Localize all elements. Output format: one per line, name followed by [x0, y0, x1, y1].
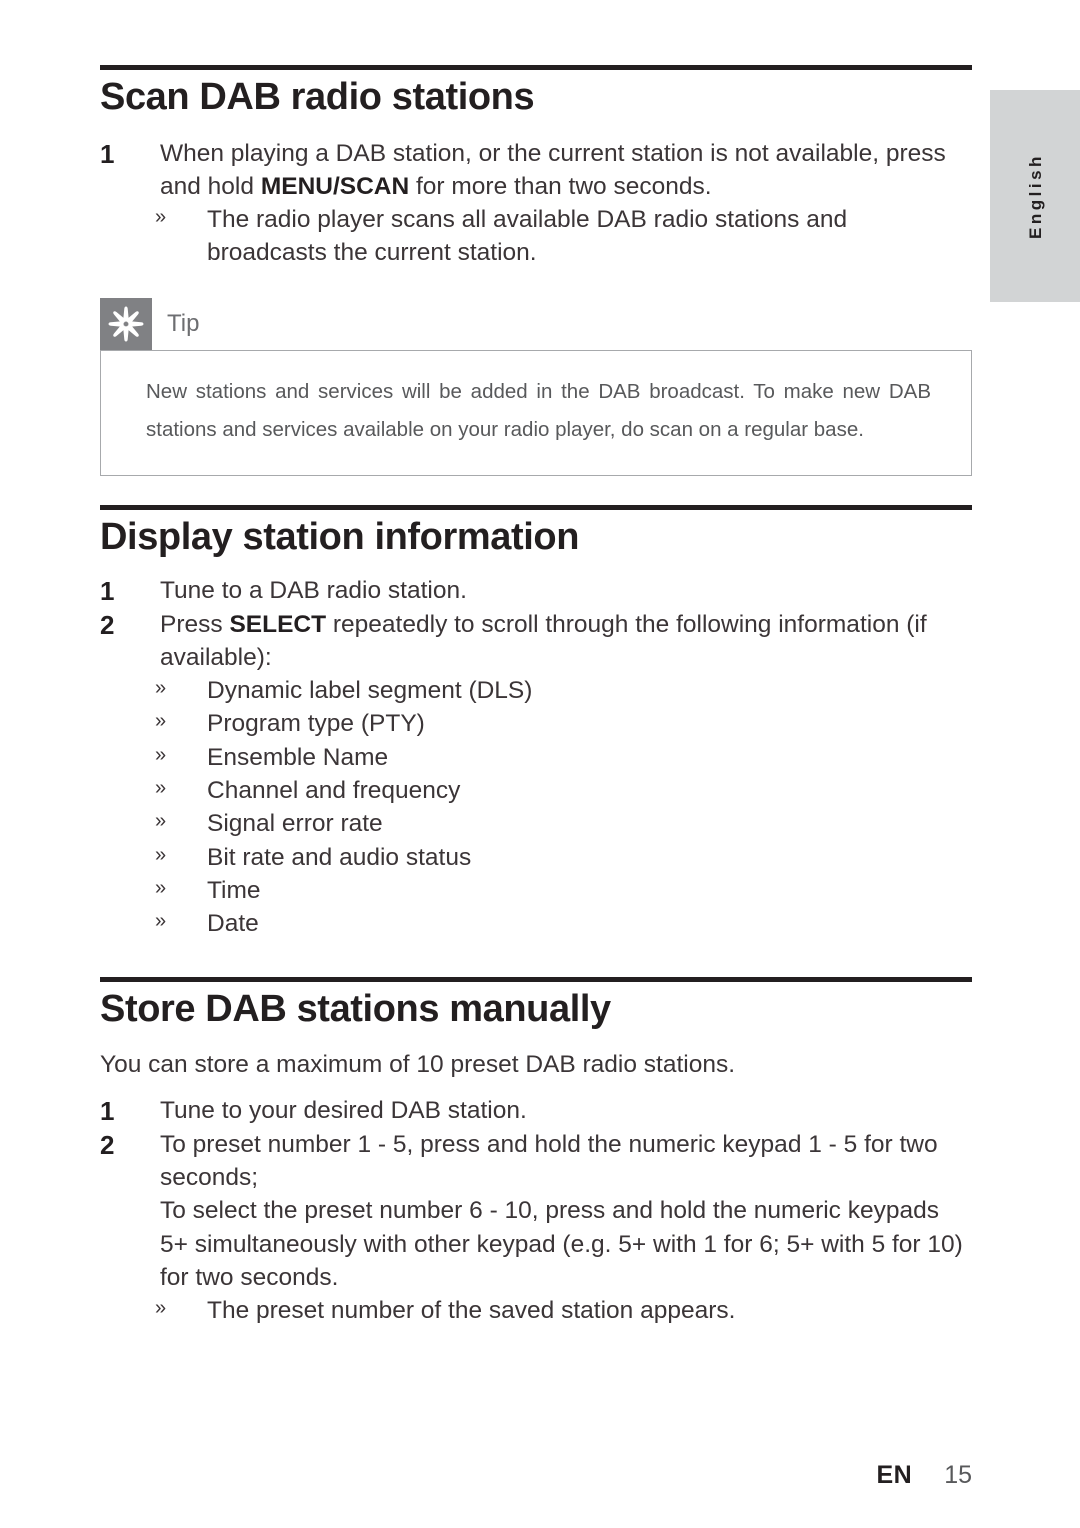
footer-language-code: EN — [876, 1461, 913, 1489]
tip-asterisk-icon — [100, 297, 152, 350]
keyname-select: SELECT — [229, 610, 327, 638]
list-item: » Program type (PTY) — [100, 707, 972, 740]
list-item: » Dynamic label segment (DLS) — [100, 674, 972, 707]
step-text-part-2: To select the preset number 6 - 10, pres… — [160, 1197, 963, 1292]
step-text: Tune to your desired DAB station. — [160, 1097, 527, 1125]
tip-box: Tip New stations and services will be ad… — [100, 297, 972, 476]
list-item: » Bit rate and audio status — [100, 841, 972, 874]
step-number: 1 — [100, 138, 115, 169]
tip-body: New stations and services will be added … — [100, 349, 972, 476]
list-item: » Date — [100, 907, 972, 940]
chevron-double-right-icon: » — [155, 810, 167, 833]
chevron-double-right-icon: » — [155, 877, 167, 899]
page-content: Scan DAB radio stations 1 When playing a … — [100, 0, 972, 1328]
list-item-label: Bit rate and audio status — [207, 843, 472, 871]
step-text-after: for more than two seconds. — [409, 172, 712, 200]
list-item-label: Program type (PTY) — [207, 710, 425, 738]
list-item-label: Signal error rate — [207, 810, 383, 838]
step-scan-1: 1 When playing a DAB station, or the curr… — [100, 137, 972, 204]
list-item: » Channel and frequency — [100, 774, 972, 807]
language-side-tab: English — [990, 90, 1080, 302]
step-store-1: 1 Tune to your desired DAB station. — [100, 1094, 972, 1127]
step-number: 1 — [100, 1096, 115, 1127]
chevron-double-right-icon: » — [155, 843, 167, 866]
chevron-double-right-icon: » — [155, 743, 167, 766]
step-text: Tune to a DAB radio station. — [160, 577, 467, 605]
list-item-label: Date — [207, 910, 259, 938]
chevron-double-right-icon: » — [155, 710, 167, 733]
list-item-label: Dynamic label segment (DLS) — [207, 677, 533, 705]
manual-page: English Scan DAB radio stations 1 When pl… — [0, 0, 1080, 1528]
sub-bullet-store-1: » The preset number of the saved station … — [100, 1294, 972, 1327]
chevron-double-right-icon: » — [155, 777, 167, 800]
step-number: 2 — [100, 1129, 115, 1160]
list-item: » Ensemble Name — [100, 741, 972, 774]
step-number: 2 — [100, 609, 115, 640]
step-display-2: 2 Press SELECT repeatedly to scroll throu… — [100, 608, 972, 675]
section-heading-store: Store DAB stations manually — [100, 987, 611, 1030]
list-item-label: Time — [207, 877, 261, 904]
chevron-double-right-icon: » — [155, 910, 167, 933]
step-number: 1 — [100, 576, 115, 607]
step-display-1: 1 Tune to a DAB radio station. — [100, 574, 972, 607]
list-item: » Signal error rate — [100, 807, 972, 840]
step-store-2-continued: To select the preset number 6 - 10, pres… — [100, 1194, 972, 1294]
store-intro-text: You can store a maximum of 10 preset DAB… — [100, 1051, 736, 1079]
section-heading-display: Display station information — [100, 515, 580, 558]
list-item-label: Channel and frequency — [207, 777, 461, 805]
step-text-before: Press — [160, 610, 230, 638]
sub-bullet-text: The preset number of the saved station a… — [207, 1297, 736, 1325]
step-text-part-1: To preset number 1 - 5, press and hold t… — [160, 1130, 938, 1192]
section-heading-scan: Scan DAB radio stations — [100, 76, 535, 118]
sub-bullet-scan-1: » The radio player scans all available DA… — [100, 203, 972, 270]
chevron-double-right-icon: » — [155, 206, 167, 229]
sub-bullet-text: The radio player scans all available DAB… — [207, 206, 848, 267]
chevron-double-right-icon: » — [155, 1297, 167, 1320]
tip-header: Tip — [100, 297, 972, 350]
language-side-tab-label: English — [1026, 153, 1045, 239]
list-item: » Time — [100, 874, 972, 907]
tip-body-text: New stations and services will be added … — [146, 379, 931, 441]
tip-label: Tip — [167, 309, 200, 337]
footer-page-number: 15 — [944, 1461, 972, 1489]
keyname-menu-scan: MENU/SCAN — [260, 172, 410, 200]
chevron-double-right-icon: » — [155, 677, 167, 700]
list-item-label: Ensemble Name — [207, 743, 389, 771]
step-store-2: 2 To preset number 1 - 5, press and hold … — [100, 1128, 972, 1195]
page-footer: EN 15 — [876, 1461, 972, 1490]
